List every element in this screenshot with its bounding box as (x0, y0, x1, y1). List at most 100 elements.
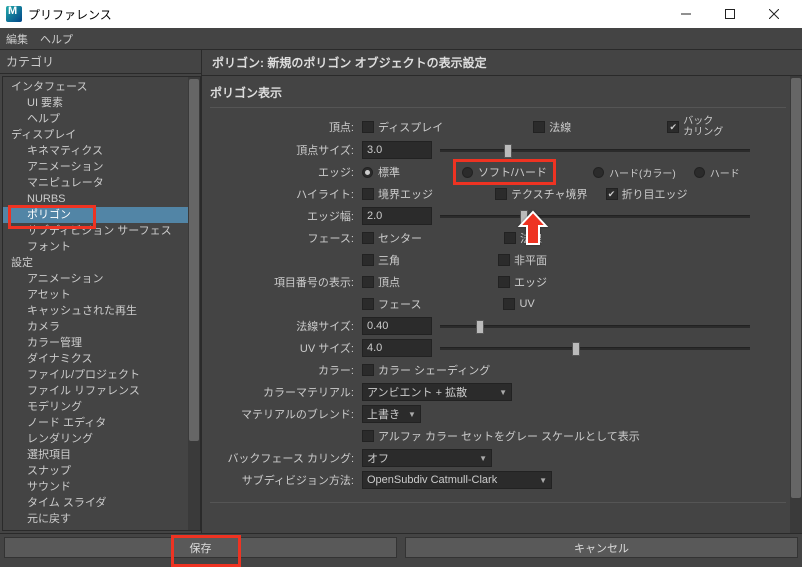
chk-hl-crease[interactable]: 折り目エッジ (606, 186, 688, 202)
sidebar-item[interactable]: フォント (3, 239, 188, 255)
chk-hl-texborder-label: テクスチャ境界 (511, 186, 588, 202)
slider-uv-size[interactable] (440, 339, 750, 357)
input-uv-size[interactable] (362, 339, 432, 357)
sidebar-item[interactable]: カメラ (3, 319, 188, 335)
slider-vertex-size[interactable] (440, 141, 750, 159)
sidebar-item[interactable]: サブディビジョン サーフェス (3, 223, 188, 239)
combo-subdiv[interactable]: OpenSubdiv Catmull-Clark▼ (362, 471, 552, 489)
sidebar-item[interactable]: ファイル リファレンス (3, 383, 188, 399)
sidebar-scrollbar-thumb[interactable] (189, 79, 199, 441)
chk-color-shading[interactable]: カラー シェーディング (362, 362, 490, 378)
label-material-blend: マテリアルのブレンド: (216, 406, 362, 422)
radio-edge-softhard[interactable]: ソフト/ハード (458, 163, 551, 181)
chk-vertex-display[interactable]: ディスプレイ (362, 119, 443, 135)
sidebar-item[interactable]: カラー管理 (3, 335, 188, 351)
sidebar-item[interactable]: キネマティクス (3, 143, 188, 159)
chk-itemno-uv-label: UV (519, 298, 534, 310)
sidebar-scrollbar[interactable] (188, 77, 200, 530)
combo-color-material[interactable]: アンビエント + 拡散▼ (362, 383, 512, 401)
main-scrollbar-thumb[interactable] (791, 78, 801, 498)
input-vertex-size[interactable] (362, 141, 432, 159)
chk-alpha-grayscale[interactable]: アルファ カラー セットをグレー スケールとして表示 (362, 428, 640, 444)
minimize-button[interactable] (664, 0, 708, 28)
sidebar-item[interactable]: モデリング (3, 399, 188, 415)
radio-edge-hardcolor[interactable]: ハード(カラー) (593, 165, 676, 180)
chk-vertex-backcull[interactable]: バックカリング (667, 116, 723, 138)
radio-edge-softhard-label: ソフト/ハード (478, 164, 547, 180)
sidebar-item[interactable]: ファイル/プロジェクト (3, 367, 188, 383)
main-scrollbar[interactable] (790, 76, 802, 533)
label-face: フェース: (216, 230, 362, 246)
chk-vertex-normal[interactable]: 法線 (533, 119, 571, 135)
radio-edge-standard-label: 標準 (378, 164, 400, 180)
sidebar-item[interactable]: サウンド (3, 479, 188, 495)
label-vertex: 頂点: (216, 119, 362, 135)
chk-hl-border-label: 境界エッジ (378, 186, 433, 202)
sidebar-item[interactable]: スナップ (3, 463, 188, 479)
chk-itemno-edge[interactable]: エッジ (498, 274, 547, 290)
slider-edge-width[interactable] (440, 207, 750, 225)
radio-edge-standard[interactable]: 標準 (362, 164, 400, 180)
label-uv-size: UV サイズ: (216, 340, 362, 356)
maximize-button[interactable] (708, 0, 752, 28)
sidebar-item[interactable]: 設定 (3, 255, 188, 271)
cancel-button-label: キャンセル (574, 540, 629, 556)
close-button[interactable] (752, 0, 796, 28)
chk-face-nonplanar-label: 非平面 (514, 252, 547, 268)
chk-hl-border[interactable]: 境界エッジ (362, 186, 433, 202)
titlebar: プリファレンス (0, 0, 802, 28)
label-edge-width: エッジ幅: (216, 208, 362, 224)
sidebar-item[interactable]: ダイナミクス (3, 351, 188, 367)
sidebar-item[interactable]: キャッシュされた再生 (3, 303, 188, 319)
chk-itemno-uv[interactable]: UV (503, 298, 534, 310)
chk-vertex-backcull-label: バックカリング (683, 116, 723, 138)
sidebar-item[interactable]: アセット (3, 287, 188, 303)
chk-face-center[interactable]: センター (362, 230, 422, 246)
main-header: ポリゴン: 新規のポリゴン オブジェクトの表示設定 (202, 50, 802, 76)
menu-help[interactable]: ヘルプ (40, 31, 73, 47)
sidebar-item[interactable]: XGen (3, 527, 188, 530)
chk-face-normal[interactable]: 法線 (504, 230, 542, 246)
sidebar-item[interactable]: インタフェース (3, 79, 188, 95)
chk-itemno-face[interactable]: フェース (362, 296, 421, 312)
input-normal-size[interactable] (362, 317, 432, 335)
chk-face-nonplanar[interactable]: 非平面 (498, 252, 547, 268)
chk-face-center-label: センター (378, 230, 422, 246)
window-title: プリファレンス (28, 6, 664, 23)
radio-edge-hard[interactable]: ハード (694, 165, 740, 180)
combo-backface-cull[interactable]: オフ▼ (362, 449, 492, 467)
chk-itemno-face-label: フェース (378, 296, 421, 312)
input-edge-width[interactable] (362, 207, 432, 225)
sidebar-item[interactable]: 選択項目 (3, 447, 188, 463)
slider-normal-size[interactable] (440, 317, 750, 335)
panel-title: ポリゴン表示 (210, 84, 786, 101)
combo-material-blend[interactable]: 上書き▼ (362, 405, 421, 423)
chk-itemno-vertex-label: 頂点 (378, 274, 400, 290)
sidebar-item[interactable]: マニピュレータ (3, 175, 188, 191)
sidebar-item[interactable]: タイム スライダ (3, 495, 188, 511)
sidebar-item[interactable]: ポリゴン (3, 207, 188, 223)
cancel-button[interactable]: キャンセル (405, 537, 798, 558)
chk-itemno-vertex[interactable]: 頂点 (362, 274, 400, 290)
sidebar-item[interactable]: NURBS (3, 191, 188, 207)
sidebar-item[interactable]: アニメーション (3, 271, 188, 287)
save-button[interactable]: 保存 (4, 537, 397, 558)
chk-hl-texborder[interactable]: テクスチャ境界 (495, 186, 588, 202)
sidebar-item[interactable]: UI 要素 (3, 95, 188, 111)
chk-itemno-edge-label: エッジ (514, 274, 547, 290)
sidebar-item[interactable]: ディスプレイ (3, 127, 188, 143)
chk-face-triangle[interactable]: 三角 (362, 252, 400, 268)
combo-material-blend-value: 上書き (367, 406, 400, 422)
chk-hl-crease-label: 折り目エッジ (622, 186, 688, 202)
sidebar-item[interactable]: ヘルプ (3, 111, 188, 127)
sidebar-item[interactable]: アニメーション (3, 159, 188, 175)
menubar: 編集 ヘルプ (0, 28, 802, 50)
chk-vertex-display-label: ディスプレイ (378, 119, 443, 135)
sidebar-item[interactable]: 元に戻す (3, 511, 188, 527)
sidebar-item[interactable]: ノード エディタ (3, 415, 188, 431)
menu-edit[interactable]: 編集 (6, 31, 28, 47)
combo-color-material-value: アンビエント + 拡散 (367, 384, 467, 400)
label-vertex-size: 頂点サイズ: (216, 142, 362, 158)
chk-face-normal-label: 法線 (520, 230, 542, 246)
sidebar-item[interactable]: レンダリング (3, 431, 188, 447)
